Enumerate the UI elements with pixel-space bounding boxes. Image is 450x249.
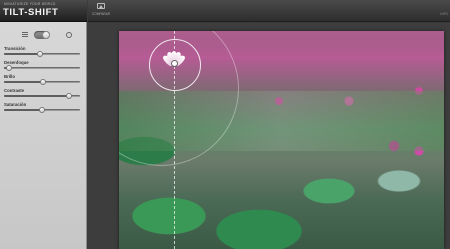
slider-label: Transición <box>4 46 26 51</box>
compare-label: COMPARAR <box>91 12 111 16</box>
slider-thumb[interactable] <box>36 51 43 57</box>
slider-thumb[interactable] <box>66 93 73 99</box>
slider-thumb[interactable] <box>39 79 46 85</box>
slider-track[interactable] <box>4 65 80 71</box>
slider-fill <box>4 81 43 83</box>
slider-fill <box>4 95 70 97</box>
slider-thumb[interactable] <box>5 65 12 71</box>
slider-label: Brillo <box>4 74 15 79</box>
mode-toggle[interactable] <box>34 31 50 39</box>
sidebar: MINIATURIZE YOUR WORLD TILT-SHIFT Transi… <box>0 0 87 249</box>
slider-fill <box>4 109 42 111</box>
slider-track[interactable] <box>4 51 80 57</box>
slider-track[interactable] <box>4 107 80 113</box>
info-button[interactable]: INFO <box>440 12 448 16</box>
slider-fill <box>4 53 40 55</box>
app-subtitle: MINIATURIZE YOUR WORLD <box>4 2 56 6</box>
toggle-knob[interactable] <box>42 31 50 39</box>
top-toolbar: COMPARAR INFO <box>88 0 450 22</box>
slider-track[interactable] <box>4 93 80 99</box>
radial-icon[interactable] <box>66 32 72 38</box>
slider-label: Saturación <box>4 102 27 107</box>
photo-preview[interactable] <box>119 31 444 249</box>
canvas-area <box>88 23 450 249</box>
compare-button[interactable]: COMPARAR <box>90 2 112 20</box>
app-title: TILT-SHIFT <box>3 7 59 18</box>
tilt-shift-app: MINIATURIZE YOUR WORLD TILT-SHIFT Transi… <box>0 0 450 249</box>
slider-track[interactable] <box>4 79 80 85</box>
image-icon <box>97 3 105 9</box>
linear-icon[interactable] <box>22 32 28 38</box>
app-logo: MINIATURIZE YOUR WORLD TILT-SHIFT <box>0 0 87 22</box>
mode-switcher <box>22 31 72 39</box>
slider-label: Contraste <box>4 88 25 93</box>
focus-center-handle[interactable] <box>171 60 178 67</box>
slider-thumb[interactable] <box>39 107 45 113</box>
